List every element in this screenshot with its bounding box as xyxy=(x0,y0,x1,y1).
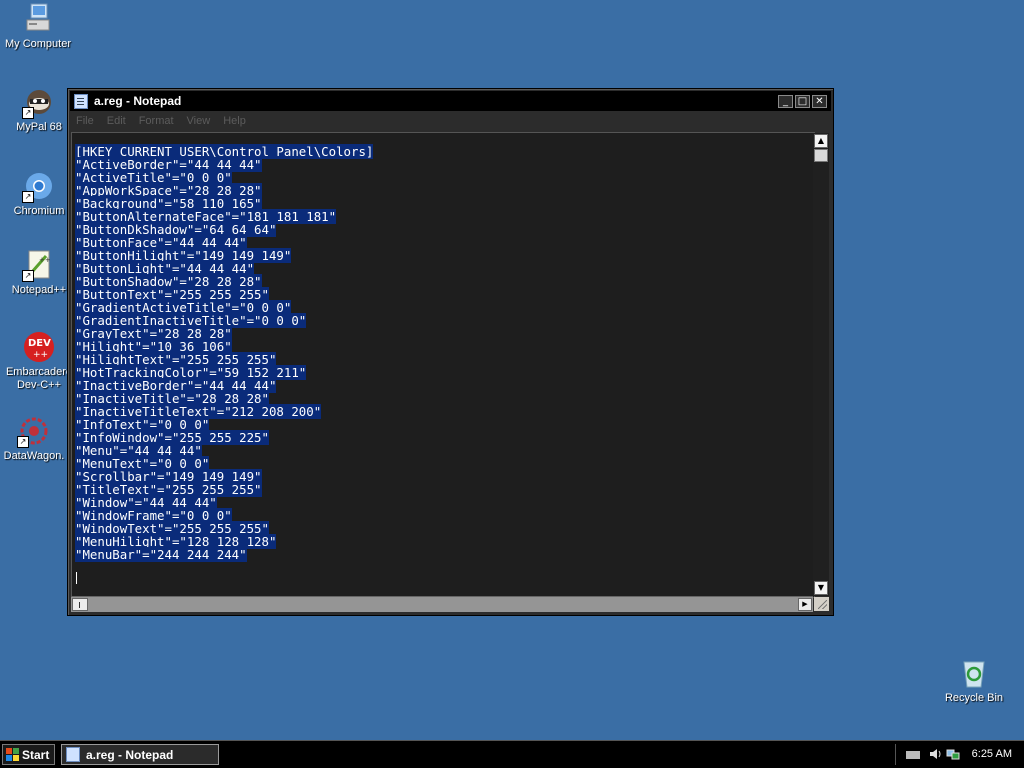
menu-view[interactable]: View xyxy=(181,115,218,127)
scroll-thumb[interactable] xyxy=(814,149,828,162)
window-titlebar[interactable]: a.reg - Notepad _ □ ✕ xyxy=(70,91,831,111)
menu-help[interactable]: Help xyxy=(217,115,253,127)
desktop-icon-label: Embarcadero xyxy=(5,366,73,378)
taskbar-notepad-button[interactable]: a.reg - Notepad xyxy=(61,744,219,765)
desktop-icon-label: Notepad++ xyxy=(11,284,67,296)
shortcut-arrow-icon: ↗ xyxy=(22,191,34,203)
resize-grip[interactable] xyxy=(814,597,829,611)
scroll-right-button[interactable]: ▶ xyxy=(798,598,812,611)
horizontal-scroll-thumb[interactable] xyxy=(72,598,88,611)
desktop-icon-mypal[interactable]: ↗ MyPal 68 xyxy=(1,85,77,134)
notepad-window: a.reg - Notepad _ □ ✕ File Edit Format V… xyxy=(67,88,834,616)
text-editor[interactable]: [HKEY_CURRENT_USER\Control Panel\Colors]… xyxy=(71,132,815,598)
desktop-icon-datawagon[interactable]: ↗ DataWagon. xyxy=(0,414,72,463)
desktop-icon-label: My Computer xyxy=(4,38,72,50)
menu-file[interactable]: File xyxy=(70,115,101,127)
notepad-plus-plus-icon: ++ ↗ xyxy=(22,248,56,282)
notepad-icon xyxy=(74,93,88,109)
desktop-icon-chromium[interactable]: ↗ Chromium xyxy=(1,169,77,218)
svg-text:++: ++ xyxy=(39,256,51,264)
desktop-icon-label: Chromium xyxy=(13,205,65,217)
network-icon[interactable] xyxy=(946,748,960,760)
minimize-button[interactable]: _ xyxy=(778,94,793,108)
maximize-button[interactable]: □ xyxy=(795,94,810,108)
svg-text:++: ++ xyxy=(33,350,48,360)
shortcut-arrow-icon: ↗ xyxy=(17,436,29,448)
start-label: Start xyxy=(22,747,50,762)
dev-badge-text: DEV xyxy=(28,338,51,349)
shortcut-arrow-icon: ↗ xyxy=(22,270,34,282)
datawagon-icon: ↗ xyxy=(17,414,51,448)
horizontal-scrollbar[interactable]: ▶ xyxy=(71,596,813,612)
volume-icon[interactable] xyxy=(929,748,943,760)
taskbar-item-label: a.reg - Notepad xyxy=(86,747,174,762)
keyboard-icon[interactable] xyxy=(906,751,920,759)
text-caret xyxy=(76,572,77,584)
recycle-bin-icon xyxy=(957,656,991,690)
window-title: a.reg - Notepad xyxy=(94,94,182,108)
computer-icon xyxy=(21,2,55,36)
menu-edit[interactable]: Edit xyxy=(101,115,133,127)
scroll-up-button[interactable]: ▲ xyxy=(814,134,828,148)
desktop-icon-notepad-plus-plus[interactable]: ++ ↗ Notepad++ xyxy=(1,248,77,297)
desktop-icon-label: DataWagon. xyxy=(3,450,65,462)
desktop-icon-label: Recycle Bin xyxy=(944,692,1004,704)
editor-content: [HKEY_CURRENT_USER\Control Panel\Colors]… xyxy=(72,133,814,562)
menu-format[interactable]: Format xyxy=(133,115,181,127)
desktop-icon-my-computer[interactable]: My Computer xyxy=(0,2,76,51)
menu-bar: File Edit Format View Help xyxy=(70,112,831,130)
clock: 6:25 AM xyxy=(971,748,1012,760)
shortcut-arrow-icon: ↗ xyxy=(22,107,34,119)
desktop-icon-dev-cpp[interactable]: DEV ++ Embarcadero Dev-C++ xyxy=(1,330,77,392)
close-button[interactable]: ✕ xyxy=(812,94,827,108)
chromium-icon: ↗ xyxy=(22,169,56,203)
scroll-down-button[interactable]: ▼ xyxy=(814,581,828,595)
windows-logo-icon xyxy=(6,748,19,761)
desktop-icon-label-line2: Dev-C++ xyxy=(16,379,62,391)
taskbar: Start a.reg - Notepad 6:25 AM xyxy=(0,740,1024,768)
dev-cpp-icon: DEV ++ xyxy=(22,330,56,364)
vertical-scrollbar[interactable]: ▲ ▼ xyxy=(813,133,829,596)
text-line: "MenuBar"="244 244 244" xyxy=(75,547,247,562)
notepad-icon xyxy=(66,747,80,762)
desktop-icon-recycle-bin[interactable]: Recycle Bin xyxy=(936,656,1012,705)
start-button[interactable]: Start xyxy=(2,744,55,765)
desktop-icon-label: MyPal 68 xyxy=(16,121,62,133)
system-tray: 6:25 AM xyxy=(895,744,1024,765)
raccoon-icon: ↗ xyxy=(22,85,56,119)
